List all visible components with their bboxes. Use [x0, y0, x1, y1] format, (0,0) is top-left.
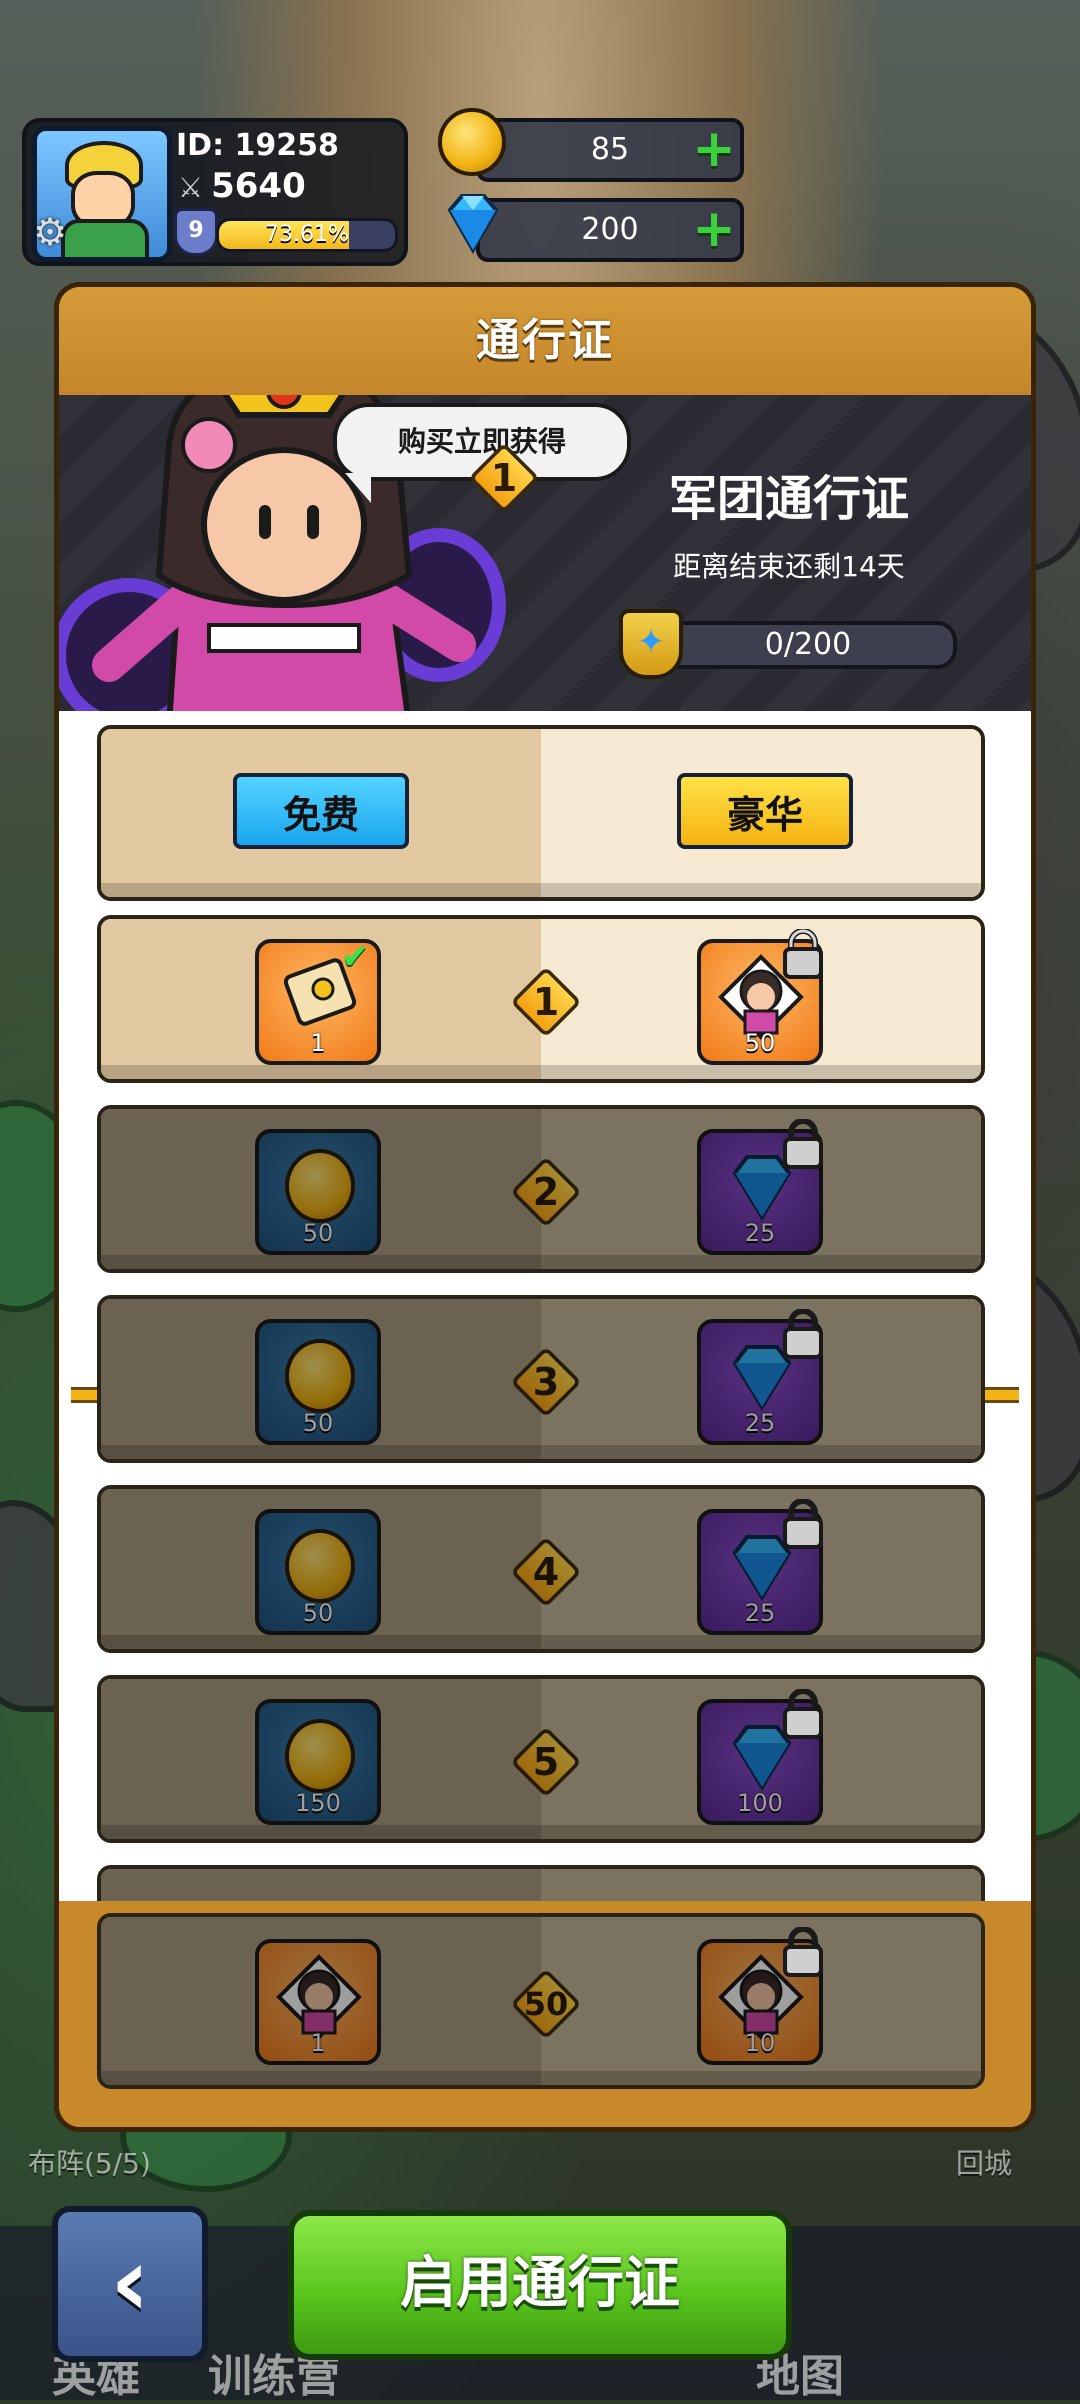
- tier-level-badge: 50: [510, 1968, 582, 2040]
- luxury-tier-tag: 豪华: [677, 773, 853, 849]
- activate-pass-label: 启用通行证: [400, 2251, 680, 2316]
- free-tier-tag: 免费: [233, 773, 409, 849]
- free-reward-gold[interactable]: 150: [255, 1699, 381, 1825]
- combat-power-value: 5640: [211, 166, 306, 206]
- gold-coin-icon: [285, 1529, 355, 1603]
- free-reward-gold[interactable]: 50: [255, 1129, 381, 1255]
- gold-coin-icon: [438, 108, 506, 176]
- reward-quantity: 50: [744, 1029, 776, 1057]
- lock-icon: [783, 1499, 823, 1549]
- reward-quantity: 50: [302, 1599, 334, 1627]
- gold-coin-icon: [285, 1339, 355, 1413]
- gold-value: 85: [590, 132, 630, 167]
- pass-progress-text: 0/200: [764, 627, 852, 662]
- reward-row: 1 ✔ 1 50: [97, 915, 985, 1083]
- reward-quantity: 1: [310, 2029, 326, 2057]
- reward-quantity: 25: [744, 1219, 776, 1247]
- tier-level-badge: 3: [510, 1346, 582, 1418]
- final-reward-row: 1 50 10: [97, 1913, 985, 2089]
- gem-value: 200: [581, 212, 639, 247]
- player-id: ID: 19258: [176, 128, 339, 163]
- claimed-check-icon: ✔: [341, 937, 370, 977]
- player-profile-panel[interactable]: ⚙ ID: 19258 ⚔ 5640 9 73.61%: [22, 118, 408, 266]
- final-reward-section: 1 50 10: [59, 1901, 1031, 2127]
- reward-quantity: 50: [302, 1219, 334, 1247]
- reward-quantity: 150: [295, 1789, 341, 1817]
- reward-list[interactable]: 免费 豪华 1 ✔ 1 50 50 50: [59, 711, 1031, 1901]
- free-reward-gold[interactable]: 50: [255, 1509, 381, 1635]
- lock-icon: [783, 929, 823, 979]
- tier-level-badge: 2: [510, 1156, 582, 1228]
- xp-percent-text: 73.61%: [265, 222, 349, 247]
- lock-icon: [783, 1119, 823, 1169]
- pass-banner: 购买立即获得 军团通行证 距离结束还剩14天 0/200 ✦ 1: [59, 395, 1031, 711]
- formation-label[interactable]: 布阵(5/5): [28, 2142, 151, 2182]
- pass-remaining-time: 距离结束还剩14天: [673, 550, 905, 583]
- return-city-label[interactable]: 回城: [956, 2142, 1012, 2182]
- reward-quantity: 1: [310, 1029, 326, 1057]
- back-button[interactable]: ‹: [52, 2206, 208, 2362]
- reward-row: 150 5 100: [97, 1675, 985, 1843]
- tier-level-badge: 1: [510, 966, 582, 1038]
- battle-pass-modal: 通行证 购买立即获得 军团通行证 距离结束还剩14天 0/200 ✦ 1 免费 …: [54, 282, 1036, 2132]
- lock-icon: [783, 1927, 823, 1977]
- tier-level-badge: 4: [510, 1536, 582, 1608]
- reward-quantity: 25: [744, 1599, 776, 1627]
- combat-power: ⚔ 5640: [178, 166, 306, 206]
- xp-progress-bar: 73.61%: [216, 218, 398, 252]
- lock-icon: [783, 1309, 823, 1359]
- lock-icon: [783, 1689, 823, 1739]
- pass-name: 军团通行证: [668, 471, 909, 527]
- crossed-swords-icon: ⚔: [178, 171, 204, 204]
- add-gems-button[interactable]: +: [692, 203, 736, 255]
- gold-coin-icon: [285, 1149, 355, 1223]
- activate-pass-button[interactable]: 启用通行证: [288, 2210, 792, 2360]
- diamond-icon: [438, 188, 508, 262]
- pass-progress-bar: 0/200: [659, 621, 957, 669]
- gem-counter: 200 +: [447, 194, 744, 262]
- reward-row: 50 3 25: [97, 1295, 985, 1463]
- modal-title: 通行证: [59, 287, 1031, 395]
- add-gold-button[interactable]: +: [692, 123, 736, 175]
- free-reward-hero-shard[interactable]: 1: [255, 1939, 381, 2065]
- free-reward-gold[interactable]: 50: [255, 1319, 381, 1445]
- tier-level-badge: 5: [510, 1726, 582, 1798]
- gear-icon[interactable]: ⚙: [30, 212, 70, 252]
- reward-row-partial: [97, 1865, 985, 1901]
- tier-header-row: 免费 豪华: [97, 725, 985, 901]
- reward-row: 50 2 25: [97, 1105, 985, 1273]
- reward-row: 50 4 25: [97, 1485, 985, 1653]
- reward-quantity: 25: [744, 1409, 776, 1437]
- reward-quantity: 50: [302, 1409, 334, 1437]
- pass-level-badge: 1: [468, 442, 540, 514]
- gold-coin-icon: [285, 1719, 355, 1793]
- reward-quantity: 10: [744, 2029, 776, 2057]
- pass-star-badge-icon: ✦: [619, 609, 683, 679]
- level-shield-icon: 9: [174, 208, 218, 256]
- gold-counter: 85 +: [438, 108, 744, 182]
- reward-quantity: 100: [737, 1789, 783, 1817]
- chevron-left-icon: ‹: [110, 2226, 150, 2338]
